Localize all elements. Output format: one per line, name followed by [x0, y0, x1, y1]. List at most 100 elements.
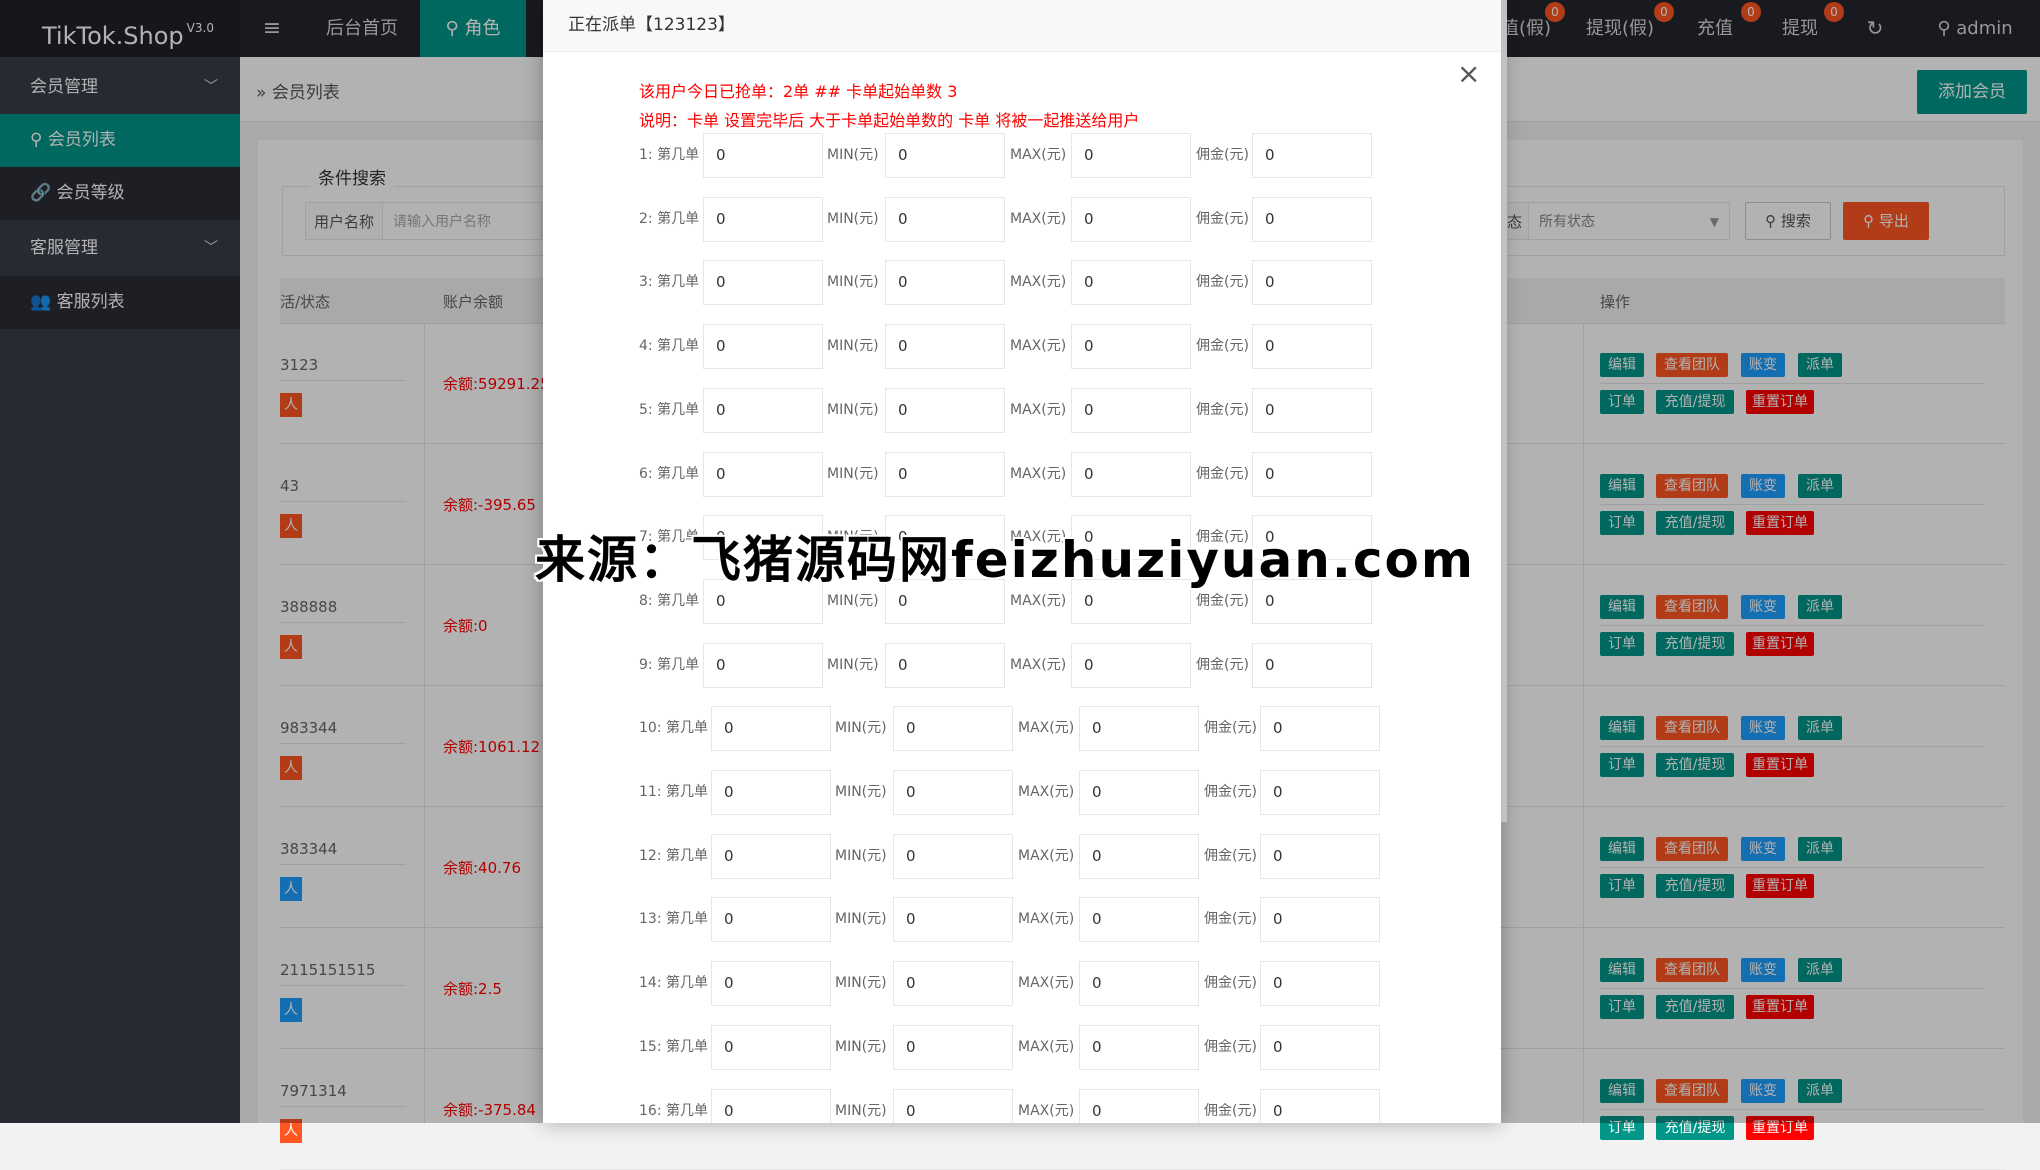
row-label: 14: 第几单 — [639, 975, 708, 991]
max-amount-input[interactable]: 0 — [1079, 897, 1199, 942]
max-label: MAX(元) — [1018, 911, 1075, 927]
nth-order-input[interactable]: 0 — [703, 133, 823, 178]
commission-input[interactable]: 0 — [1260, 897, 1380, 942]
nth-order-input[interactable]: 0 — [711, 834, 831, 879]
max-amount-input[interactable]: 0 — [1079, 961, 1199, 1006]
row-label: 11: 第几单 — [639, 784, 708, 800]
max-label: MAX(元) — [1010, 274, 1067, 290]
max-amount-input[interactable]: 0 — [1071, 388, 1191, 433]
min-label: MIN(元) — [827, 211, 879, 227]
min-label: MIN(元) — [827, 402, 879, 418]
commission-input[interactable]: 0 — [1252, 197, 1372, 242]
max-amount-input[interactable]: 0 — [1071, 324, 1191, 369]
min-label: MIN(元) — [827, 147, 879, 163]
nth-order-input[interactable]: 0 — [711, 770, 831, 815]
row-label: 16: 第几单 — [639, 1103, 708, 1119]
nth-order-input[interactable]: 0 — [711, 706, 831, 751]
min-amount-input[interactable]: 0 — [885, 324, 1005, 369]
commission-input[interactable]: 0 — [1260, 1089, 1380, 1123]
min-amount-input[interactable]: 0 — [893, 706, 1013, 751]
nth-order-input[interactable]: 0 — [711, 1089, 831, 1123]
row-label: 13: 第几单 — [639, 911, 708, 927]
nth-order-input[interactable]: 0 — [703, 388, 823, 433]
max-label: MAX(元) — [1010, 402, 1067, 418]
scrollbar[interactable] — [1501, 0, 1507, 822]
nth-order-input[interactable]: 0 — [711, 961, 831, 1006]
min-label: MIN(元) — [827, 466, 879, 482]
nth-order-input[interactable]: 0 — [703, 324, 823, 369]
min-amount-input[interactable]: 0 — [885, 133, 1005, 178]
row-label: 6: 第几单 — [639, 466, 700, 482]
close-icon[interactable]: × — [1457, 60, 1480, 88]
commission-label: 佣金(元) — [1204, 720, 1257, 736]
max-label: MAX(元) — [1018, 975, 1075, 991]
commission-input[interactable]: 0 — [1252, 388, 1372, 433]
min-amount-input[interactable]: 0 — [885, 452, 1005, 497]
min-label: MIN(元) — [827, 274, 879, 290]
max-amount-input[interactable]: 0 — [1071, 452, 1191, 497]
max-label: MAX(元) — [1010, 338, 1067, 354]
max-amount-input[interactable]: 0 — [1079, 706, 1199, 751]
commission-input[interactable]: 0 — [1260, 770, 1380, 815]
nth-order-input[interactable]: 0 — [711, 1025, 831, 1070]
min-label: MIN(元) — [835, 975, 887, 991]
max-amount-input[interactable]: 0 — [1079, 1025, 1199, 1070]
min-amount-input[interactable]: 0 — [893, 770, 1013, 815]
max-amount-input[interactable]: 0 — [1071, 260, 1191, 305]
commission-input[interactable]: 0 — [1252, 452, 1372, 497]
max-amount-input[interactable]: 0 — [1071, 643, 1191, 688]
max-amount-input[interactable]: 0 — [1071, 197, 1191, 242]
commission-label: 佣金(元) — [1196, 657, 1249, 673]
min-amount-input[interactable]: 0 — [885, 388, 1005, 433]
max-label: MAX(元) — [1010, 466, 1067, 482]
row-label: 15: 第几单 — [639, 1039, 708, 1055]
modal-title: 正在派单【123123】 — [543, 0, 1501, 52]
min-label: MIN(元) — [835, 911, 887, 927]
nth-order-input[interactable]: 0 — [703, 260, 823, 305]
nth-order-input[interactable]: 0 — [703, 452, 823, 497]
nth-order-input[interactable]: 0 — [711, 897, 831, 942]
commission-label: 佣金(元) — [1196, 466, 1249, 482]
commission-label: 佣金(元) — [1196, 338, 1249, 354]
row-label: 1: 第几单 — [639, 147, 700, 163]
max-amount-input[interactable]: 0 — [1071, 133, 1191, 178]
row-label: 5: 第几单 — [639, 402, 700, 418]
max-label: MAX(元) — [1018, 1039, 1075, 1055]
row-label: 2: 第几单 — [639, 211, 700, 227]
commission-label: 佣金(元) — [1196, 211, 1249, 227]
min-amount-input[interactable]: 0 — [885, 197, 1005, 242]
watermark-text: 来源：飞猪源码网feizhuziyuan.com — [535, 531, 1475, 589]
min-label: MIN(元) — [835, 1039, 887, 1055]
min-amount-input[interactable]: 0 — [893, 897, 1013, 942]
min-amount-input[interactable]: 0 — [893, 834, 1013, 879]
commission-input[interactable]: 0 — [1252, 260, 1372, 305]
max-amount-input[interactable]: 0 — [1079, 1089, 1199, 1123]
commission-input[interactable]: 0 — [1260, 706, 1380, 751]
commission-input[interactable]: 0 — [1260, 1025, 1380, 1070]
max-amount-input[interactable]: 0 — [1079, 834, 1199, 879]
commission-input[interactable]: 0 — [1252, 324, 1372, 369]
commission-label: 佣金(元) — [1204, 911, 1257, 927]
commission-input[interactable]: 0 — [1252, 133, 1372, 178]
min-label: MIN(元) — [835, 1103, 887, 1119]
row-label: 12: 第几单 — [639, 848, 708, 864]
nth-order-input[interactable]: 0 — [703, 197, 823, 242]
nth-order-input[interactable]: 0 — [703, 643, 823, 688]
commission-label: 佣金(元) — [1204, 975, 1257, 991]
row-label: 4: 第几单 — [639, 338, 700, 354]
min-amount-input[interactable]: 0 — [893, 1089, 1013, 1123]
min-amount-input[interactable]: 0 — [893, 1025, 1013, 1070]
commission-label: 佣金(元) — [1196, 274, 1249, 290]
commission-input[interactable]: 0 — [1260, 834, 1380, 879]
min-amount-input[interactable]: 0 — [885, 260, 1005, 305]
commission-input[interactable]: 0 — [1260, 961, 1380, 1006]
row-label: 3: 第几单 — [639, 274, 700, 290]
modal-notice: 该用户今日已抢单：2单 ## 卡单起始单数 3 — [639, 82, 958, 101]
max-amount-input[interactable]: 0 — [1079, 770, 1199, 815]
commission-input[interactable]: 0 — [1252, 643, 1372, 688]
max-label: MAX(元) — [1018, 1103, 1075, 1119]
min-amount-input[interactable]: 0 — [893, 961, 1013, 1006]
commission-label: 佣金(元) — [1204, 784, 1257, 800]
max-label: MAX(元) — [1018, 720, 1075, 736]
min-amount-input[interactable]: 0 — [885, 643, 1005, 688]
